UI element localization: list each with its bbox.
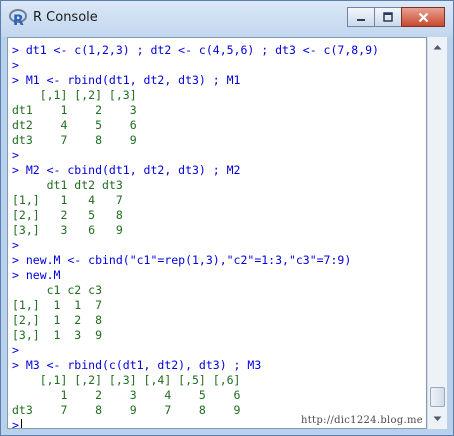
minimize-button[interactable] <box>347 7 375 27</box>
console-input-line: > new.M <- cbind("c1"=rep(1,3),"c2"=1:3,… <box>12 253 352 267</box>
console-input-line: > <box>12 238 19 252</box>
console-output-line: dt1 dt2 dt3 <box>12 178 123 192</box>
console-output-line: [,1] [,2] [,3] <box>12 88 137 102</box>
console-output-line: [,1] [,2] [,3] [,4] [,5] [,6] <box>12 373 241 387</box>
console-output[interactable]: > dt1 <- c(1,2,3) ; dt2 <- c(4,5,6) ; dt… <box>7 37 427 429</box>
console-output-line: c1 c2 c3 <box>12 283 103 297</box>
console-input-line: > <box>12 343 19 357</box>
close-button[interactable] <box>401 7 445 27</box>
close-icon <box>418 12 428 22</box>
minimize-icon <box>357 19 365 21</box>
console-input-line: > <box>12 148 19 162</box>
scroll-up-button[interactable] <box>430 39 445 54</box>
console-output-line: [3,] 3 6 9 <box>12 223 123 237</box>
maximize-button[interactable] <box>374 7 402 27</box>
console-input-line: > M2 <- cbind(dt1, dt2, dt3) ; M2 <box>12 163 241 177</box>
scroll-down-button[interactable] <box>430 411 445 426</box>
console-output-line: dt2 4 5 6 <box>12 118 137 132</box>
console-input-line: > <box>12 58 19 72</box>
console-input-line: > M1 <- rbind(dt1, dt2, dt3) ; M1 <box>12 73 241 87</box>
chevron-down-icon <box>433 416 442 421</box>
console-output-line: dt3 7 8 9 <box>12 133 137 147</box>
console-output-line: [2,] 1 2 8 <box>12 313 103 327</box>
console-input-line: > dt1 <- c(1,2,3) ; dt2 <- c(4,5,6) ; dt… <box>12 43 379 57</box>
prompt-symbol: > <box>12 418 19 429</box>
window-title: R Console <box>33 10 98 25</box>
console-input-line: > M3 <- rbind(c(dt1, dt2), dt3) ; M3 <box>12 358 262 372</box>
text-cursor <box>20 419 22 428</box>
console-input-line: > new.M <box>12 268 61 282</box>
r-console-window: R R Console > dt1 <- c(1,2,3) ; dt2 <- c… <box>0 0 454 436</box>
watermark: http://dic1224.blog.me <box>301 415 424 426</box>
window-controls <box>347 7 445 27</box>
title-bar[interactable]: R R Console <box>1 1 453 37</box>
chevron-up-icon <box>433 44 442 49</box>
svg-text:R: R <box>13 13 24 28</box>
console-output-line: [2,] 2 5 8 <box>12 208 123 222</box>
console-lines: > dt1 <- c(1,2,3) ; dt2 <- c(4,5,6) ; dt… <box>12 43 426 429</box>
console-output-line: dt1 1 2 3 <box>12 103 137 117</box>
console-output-line: 1 2 3 4 5 6 <box>12 388 241 402</box>
console-output-line: [1,] 1 1 7 <box>12 298 103 312</box>
scroll-thumb[interactable] <box>430 387 445 407</box>
vertical-scrollbar[interactable] <box>427 37 447 429</box>
console-output-line: [1,] 1 4 7 <box>12 193 123 207</box>
r-logo-icon: R <box>9 9 27 28</box>
maximize-icon <box>383 12 393 22</box>
console-output-line: [3,] 1 3 9 <box>12 328 103 342</box>
